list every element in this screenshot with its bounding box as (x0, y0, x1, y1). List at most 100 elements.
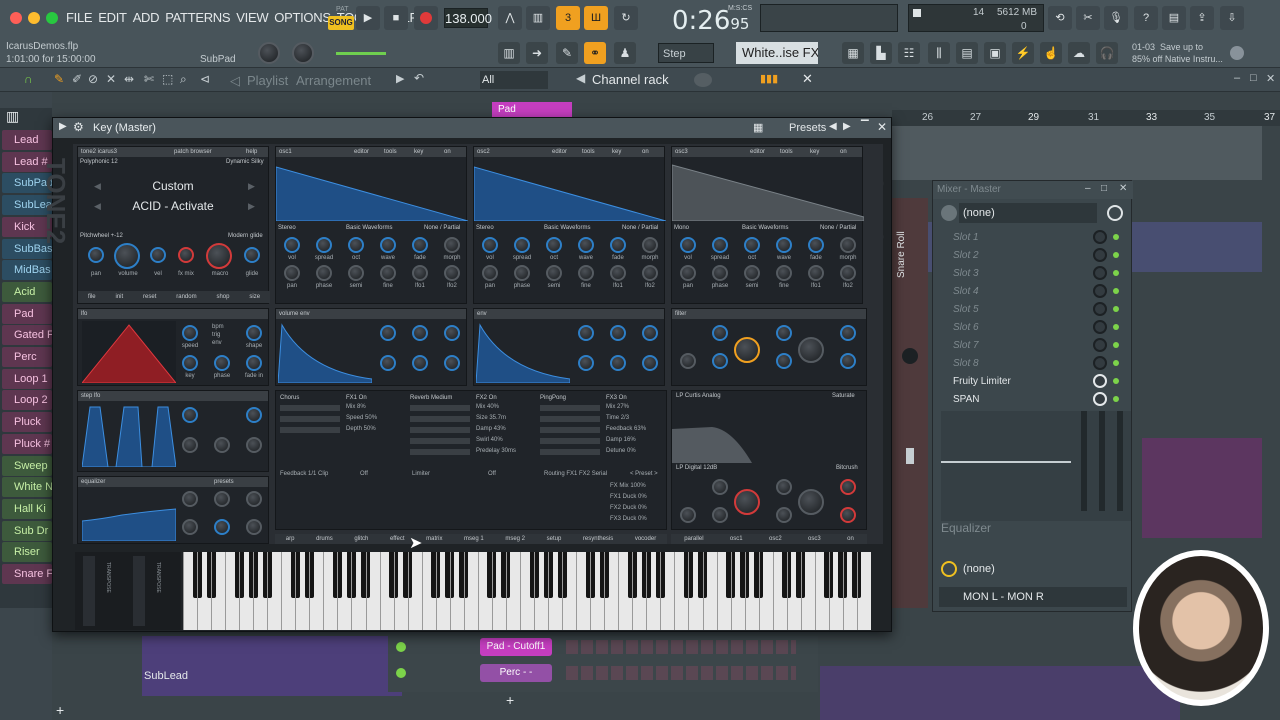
mixer-maximize-icon[interactable]: □ (1101, 183, 1107, 194)
size-button[interactable]: size (249, 291, 260, 303)
step-lfo-fade-knob[interactable] (246, 437, 262, 453)
piano-roll-view-icon[interactable]: ▙ (870, 42, 892, 64)
vol-env-r-knob[interactable] (380, 355, 396, 371)
plugin-menu-arrow-icon[interactable]: ▶ (59, 121, 67, 132)
minimize-window-icon[interactable] (28, 12, 40, 24)
timeline-ruler[interactable]: 26 27 29 31 33 35 37 (892, 110, 1280, 126)
channel-item[interactable]: Pad (2, 303, 52, 324)
osc-phase-knob[interactable] (514, 265, 530, 281)
plugin-minimize-icon[interactable]: ▔ (861, 121, 869, 132)
osc-fine-knob[interactable] (380, 265, 396, 281)
osc-tab[interactable]: on (444, 147, 451, 157)
osc-waveform-display[interactable] (276, 159, 468, 221)
osc-mode[interactable]: Stereo (476, 225, 494, 231)
mixer-input-select[interactable]: (none) (959, 203, 1097, 223)
plugin-browser-icon[interactable]: ▦ (753, 121, 763, 134)
osc-oct-knob[interactable] (744, 237, 760, 253)
channel-item[interactable]: Riser (2, 542, 52, 563)
channel-led-2[interactable] (396, 668, 406, 678)
slot-mix-knob[interactable] (1093, 266, 1107, 280)
effect-param-slider[interactable] (410, 405, 470, 411)
osc-vol-knob[interactable] (680, 237, 696, 253)
osc-wave-bank[interactable]: Basic Waveforms (346, 225, 392, 231)
osc-wave-knob[interactable] (776, 237, 792, 253)
mod-wheel[interactable] (133, 556, 145, 626)
mute-tool-icon[interactable]: ✕ (106, 72, 116, 86)
playlist-minimize-icon[interactable]: – (1234, 72, 1240, 84)
glide-mode[interactable]: Dynamic Silky (226, 159, 264, 165)
osc-wave-knob[interactable] (578, 237, 594, 253)
slot-enable-led[interactable] (1113, 270, 1119, 276)
eq-fader-1[interactable] (1081, 411, 1087, 511)
channel-rack-icon[interactable]: ☷ (898, 42, 920, 64)
tab-arp[interactable]: arp (286, 534, 295, 544)
preset-bank[interactable]: tone2 icarus3 (81, 149, 117, 155)
main-vel-knob[interactable] (150, 247, 166, 263)
loop-record-icon[interactable]: ↻ (614, 6, 638, 30)
close-window-icon[interactable] (10, 12, 22, 24)
slot-enable-led[interactable] (1113, 378, 1119, 384)
next-arrow-icon[interactable]: ▶ (396, 72, 404, 85)
eq-fader-2[interactable] (1099, 411, 1105, 511)
osc-oct-knob[interactable] (546, 237, 562, 253)
maximize-window-icon[interactable] (46, 12, 58, 24)
draw-tool-icon[interactable]: ✎ (54, 72, 64, 86)
tab-drums[interactable]: drums (316, 534, 333, 544)
osc-spread-knob[interactable] (712, 237, 728, 253)
channel-item[interactable]: Perc (2, 347, 52, 367)
pattern-clip-2[interactable] (1142, 438, 1262, 538)
slot-enable-led[interactable] (1113, 288, 1119, 294)
step-lfo-phase-knob[interactable] (214, 437, 230, 453)
effect-param-slider[interactable] (540, 405, 600, 411)
eq-q-knob[interactable] (246, 519, 262, 535)
step-lfo-speed-knob[interactable] (182, 407, 198, 423)
effect-param-slider[interactable] (540, 438, 600, 444)
swing-knob[interactable] (694, 73, 712, 87)
osc-morph-knob[interactable] (642, 237, 658, 253)
lfo-trig-option[interactable]: trig (212, 331, 224, 339)
preset-category[interactable]: Custom (98, 179, 248, 197)
eq-fader-3[interactable] (1117, 411, 1123, 511)
osc-mode[interactable]: Mono (674, 225, 689, 231)
channel-item[interactable]: Loop 2 (2, 390, 52, 411)
lfo-fadein-knob[interactable] (246, 355, 262, 371)
slot-enable-led[interactable] (1113, 360, 1119, 366)
eq-low-knob[interactable] (182, 491, 198, 507)
env-display[interactable] (476, 321, 570, 383)
tab-osc1[interactable]: osc1 (730, 534, 743, 544)
tempo-display[interactable]: 138.000 (444, 8, 492, 28)
effect-param-slider[interactable] (540, 427, 600, 433)
tab-vocoder[interactable]: vocoder (635, 534, 656, 544)
osc-morph-knob[interactable] (840, 237, 856, 253)
filter-lfo3-knob[interactable] (776, 353, 792, 369)
reset-button[interactable]: reset (143, 291, 156, 303)
touch-icon[interactable]: ☝ (1040, 42, 1062, 64)
slot-mix-knob[interactable] (1093, 248, 1107, 262)
tab-osc3[interactable]: osc3 (808, 534, 821, 544)
pad-channel-button[interactable]: Pad (492, 102, 572, 118)
filter-header[interactable]: filter (672, 309, 866, 319)
undo-icon[interactable]: ↶ (414, 71, 424, 85)
effect-param-slider[interactable] (410, 427, 470, 433)
effect-name[interactable]: Reverb Medium (410, 395, 452, 401)
download-icon[interactable]: ⇩ (1220, 6, 1244, 30)
routing-label[interactable]: Routing FX1 FX2 Serial (544, 471, 607, 477)
eq-high-knob[interactable] (246, 491, 262, 507)
filter-envvel-knob[interactable] (680, 353, 696, 369)
main-pan-knob[interactable] (88, 247, 104, 263)
osc-vol-knob[interactable] (284, 237, 300, 253)
tools-icon[interactable]: ✂ (1076, 6, 1100, 30)
tab-setup[interactable]: setup (547, 534, 562, 544)
osc-tab[interactable]: editor (552, 147, 567, 157)
volume-env-display[interactable] (278, 321, 372, 383)
effect-param-slider[interactable] (410, 416, 470, 422)
env-r-knob[interactable] (578, 355, 594, 371)
pattern-clip-3[interactable] (820, 666, 1180, 720)
pencil-icon[interactable]: ✎ (556, 42, 578, 64)
osc-tab[interactable]: on (642, 147, 649, 157)
mixer-slot[interactable]: SPAN (941, 391, 1121, 408)
filter2-envvel-knob[interactable] (680, 507, 696, 523)
pattern-mode-label[interactable]: PAT (336, 6, 349, 13)
channel-rack-close-icon[interactable]: ✕ (802, 71, 813, 87)
mixer-eq-area[interactable] (941, 411, 1131, 521)
